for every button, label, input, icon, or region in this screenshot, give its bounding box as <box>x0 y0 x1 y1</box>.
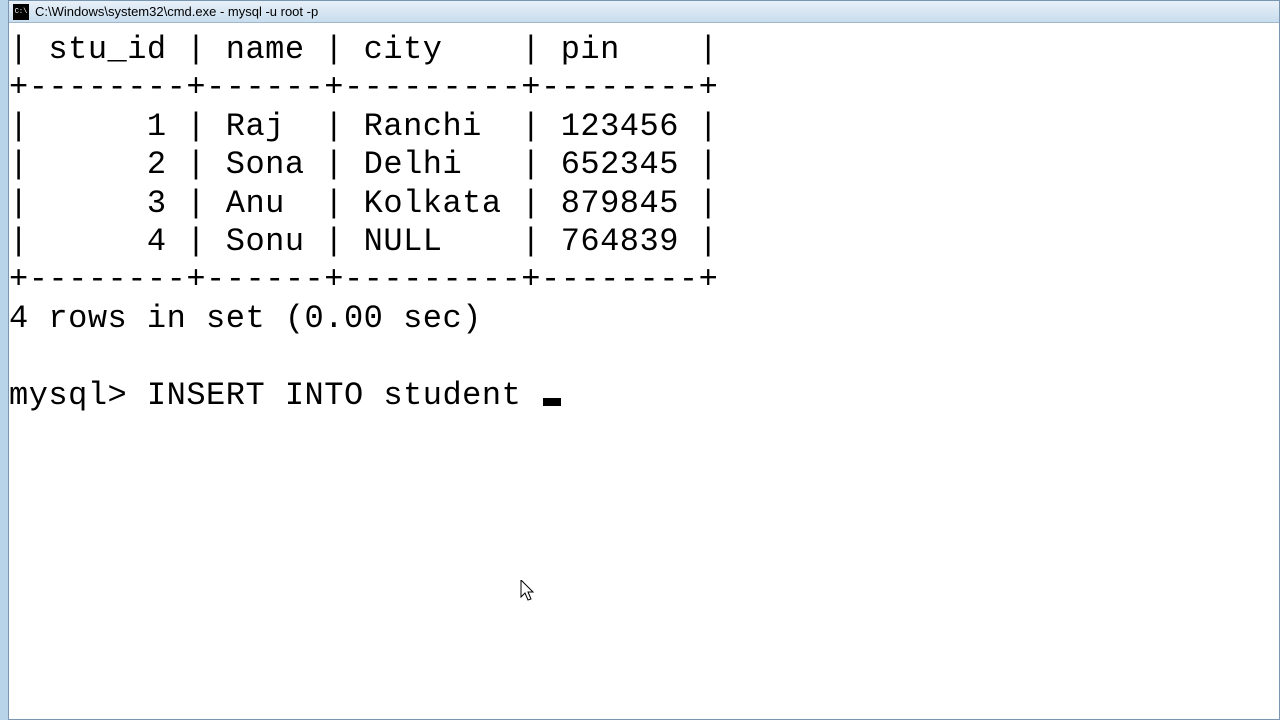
cell-pin: 879845 <box>561 185 679 222</box>
cell-stuid: 2 <box>147 146 167 183</box>
cell-name: Sona <box>226 146 305 183</box>
cell-pin: 764839 <box>561 223 679 260</box>
cell-name: Raj <box>226 108 285 145</box>
cell-city: Kolkata <box>364 185 502 222</box>
table-border: +--------+------+---------+--------+ <box>9 69 1279 107</box>
col-header-stuid: stu_id <box>48 31 166 68</box>
cell-name: Sonu <box>226 223 305 260</box>
cell-stuid: 1 <box>147 108 167 145</box>
blank-line <box>9 338 1279 376</box>
cell-pin: 123456 <box>561 108 679 145</box>
table-row: | 1 | Raj | Ranchi | 123456 | <box>9 108 1279 146</box>
cell-stuid: 4 <box>147 223 167 260</box>
cell-stuid: 3 <box>147 185 167 222</box>
table-row: | 3 | Anu | Kolkata | 879845 | <box>9 185 1279 223</box>
col-header-name: name <box>226 31 305 68</box>
table-header-row: | stu_id | name | city | pin | <box>9 31 1279 69</box>
mysql-prompt: mysql> <box>9 377 127 414</box>
title-bar[interactable]: C:\Windows\system32\cmd.exe - mysql -u r… <box>9 1 1279 23</box>
prompt-line[interactable]: mysql> INSERT INTO student <box>9 377 1279 415</box>
col-header-pin: pin <box>561 31 620 68</box>
table-border: +--------+------+---------+--------+ <box>9 261 1279 299</box>
cell-name: Anu <box>226 185 285 222</box>
command-input[interactable]: INSERT INTO student <box>147 377 521 414</box>
terminal-output[interactable]: | stu_id | name | city | pin |+--------+… <box>9 23 1279 415</box>
cell-city: NULL <box>364 223 443 260</box>
table-row: | 4 | Sonu | NULL | 764839 | <box>9 223 1279 261</box>
cell-city: Ranchi <box>364 108 482 145</box>
rows-status: 4 rows in set (0.00 sec) <box>9 300 1279 338</box>
window-title: C:\Windows\system32\cmd.exe - mysql -u r… <box>35 4 318 19</box>
cell-city: Delhi <box>364 146 463 183</box>
cursor-icon <box>543 398 561 406</box>
col-header-city: city <box>364 31 443 68</box>
cmd-icon <box>13 4 29 20</box>
table-row: | 2 | Sona | Delhi | 652345 | <box>9 146 1279 184</box>
cmd-window: C:\Windows\system32\cmd.exe - mysql -u r… <box>8 0 1280 720</box>
cell-pin: 652345 <box>561 146 679 183</box>
